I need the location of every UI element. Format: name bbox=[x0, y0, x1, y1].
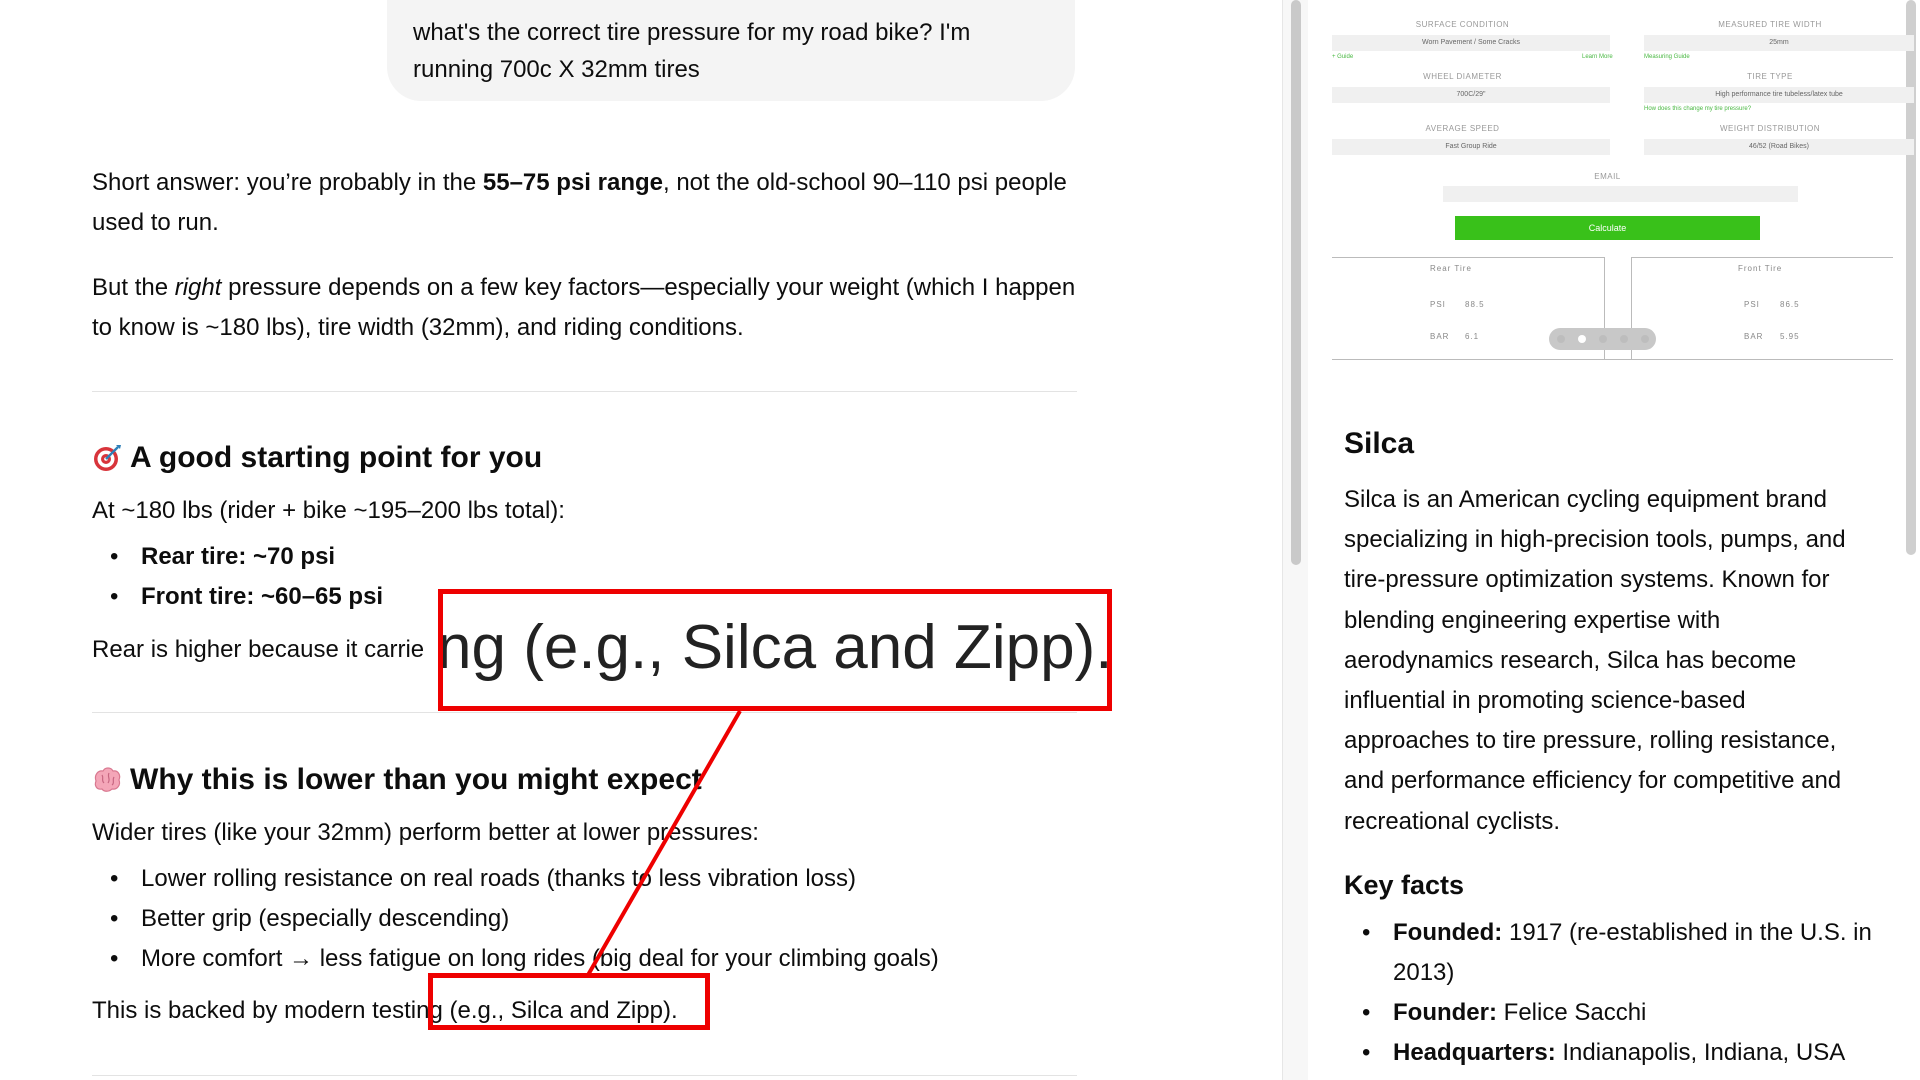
field-value: 700C/29" bbox=[1332, 87, 1610, 103]
field-label: Average Speed bbox=[1425, 124, 1500, 133]
rear-result-title: Rear Tire bbox=[1430, 264, 1472, 273]
entity-side-panel: Surface Condition Worn Pavement / Some C… bbox=[1308, 0, 1920, 1080]
front-bar-value: 5.95 bbox=[1780, 332, 1800, 341]
calc-link: + Guide bbox=[1332, 54, 1354, 60]
fact-value: Indianapolis, Indiana, USA bbox=[1555, 1039, 1846, 1066]
field-value: Worn Pavement / Some Cracks bbox=[1332, 35, 1610, 51]
list-item: Headquarters: Indianapolis, Indiana, USA bbox=[1344, 1033, 1884, 1073]
calc-link: How does this change my tire pressure? bbox=[1644, 106, 1752, 112]
rear-psi-label: PSI bbox=[1430, 300, 1446, 309]
panel-splitter[interactable] bbox=[1282, 0, 1309, 1080]
annotation-source-box bbox=[428, 973, 710, 1030]
field-value: 25mm bbox=[1644, 35, 1914, 51]
rear-bar-value: 6.1 bbox=[1465, 332, 1480, 341]
field-value: Fast Group Ride bbox=[1332, 139, 1610, 155]
front-result-title: Front Tire bbox=[1738, 264, 1783, 273]
field-label: Surface Condition bbox=[1415, 20, 1510, 29]
calc-link: Measuring Guide bbox=[1644, 54, 1690, 60]
field-label: Measured Tire Width bbox=[1718, 20, 1822, 29]
calculate-button: Calculate bbox=[1455, 216, 1760, 240]
list-item: Founded: 1917 (re-established in the U.S… bbox=[1344, 913, 1884, 993]
pager-dot[interactable] bbox=[1620, 335, 1628, 343]
entity-description: Silca is an American cycling equipment b… bbox=[1344, 486, 1846, 835]
calc-link: Learn More bbox=[1582, 54, 1613, 60]
front-bar-label: BAR bbox=[1744, 332, 1764, 341]
pager-dot[interactable] bbox=[1641, 335, 1649, 343]
divider bbox=[1332, 257, 1604, 258]
key-facts-list: Founded: 1917 (re-established in the U.S… bbox=[1344, 913, 1884, 1073]
field-value: High performance tire tubeless/latex tub… bbox=[1644, 87, 1914, 103]
fact-label: Founded: bbox=[1393, 919, 1503, 946]
front-psi-value: 86.5 bbox=[1780, 300, 1800, 309]
annotation-zoom-box: ng (e.g., Silca and Zipp). bbox=[438, 589, 1112, 711]
fact-value: Felice Sacchi bbox=[1496, 999, 1647, 1026]
rear-psi-value: 88.5 bbox=[1465, 300, 1485, 309]
panel-scrollbar-thumb[interactable] bbox=[1906, 0, 1916, 555]
field-label: Wheel Diameter bbox=[1423, 72, 1502, 81]
list-item: Founder: Felice Sacchi bbox=[1344, 993, 1884, 1033]
image-carousel-pager[interactable] bbox=[1549, 328, 1656, 350]
key-facts-heading: Key facts bbox=[1344, 870, 1465, 900]
divider bbox=[1332, 359, 1893, 360]
fact-label: Founder: bbox=[1393, 999, 1497, 1026]
rear-bar-label: BAR bbox=[1430, 332, 1450, 341]
chat-scrollbar-thumb[interactable] bbox=[1291, 0, 1301, 565]
field-label: Weight Distribution bbox=[1719, 124, 1821, 133]
entity-title: Silca bbox=[1344, 427, 1415, 460]
pager-dot[interactable] bbox=[1599, 335, 1607, 343]
field-value: 46/52 (Road Bikes) bbox=[1644, 139, 1914, 155]
annotation-connector bbox=[586, 710, 742, 976]
divider bbox=[1631, 257, 1893, 258]
email-label: Email bbox=[1594, 172, 1621, 181]
annotation-line bbox=[586, 710, 742, 976]
fact-label: Headquarters: bbox=[1393, 1039, 1556, 1066]
chat-main: what's the correct tire pressure for my … bbox=[0, 0, 1282, 1080]
pager-dot[interactable] bbox=[1557, 335, 1565, 343]
field-label: Tire Type bbox=[1747, 72, 1793, 81]
calculator-screenshot[interactable]: Surface Condition Worn Pavement / Some C… bbox=[1320, 0, 1914, 362]
pager-dot-active[interactable] bbox=[1578, 335, 1586, 343]
zoomed-text: ng (e.g., Silca and Zipp). bbox=[438, 613, 1112, 682]
front-psi-label: PSI bbox=[1744, 300, 1760, 309]
email-input bbox=[1443, 186, 1798, 202]
